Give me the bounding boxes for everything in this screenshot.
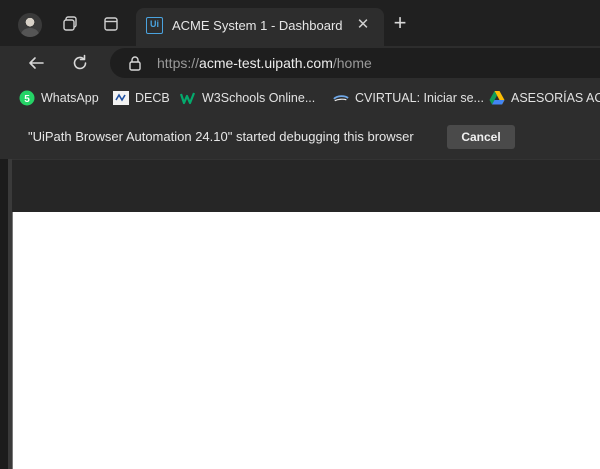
- google-drive-icon: [489, 90, 505, 106]
- new-tab-button[interactable]: +: [388, 12, 412, 36]
- profile-avatar[interactable]: [18, 13, 42, 37]
- bookmarks-bar: 5 WhatsApp DECB W3Schools Online... CVIR…: [0, 80, 600, 116]
- url-text[interactable]: https://acme-test.uipath.com/home: [157, 55, 372, 71]
- bookmark-label: WhatsApp: [41, 91, 99, 105]
- url-path: /home: [332, 55, 372, 71]
- app-header: [12, 159, 600, 212]
- uipath-favicon-icon: Ui: [146, 17, 163, 34]
- bookmark-asesorias[interactable]: ASESORÍAS ACAD: [489, 89, 600, 107]
- left-window-edge: [0, 159, 12, 469]
- workspaces-icon[interactable]: [60, 14, 80, 34]
- url-scheme: https://: [157, 55, 200, 71]
- w3schools-icon: [180, 90, 196, 106]
- debugging-infobar: "UiPath Browser Automation 24.10" starte…: [0, 116, 600, 159]
- back-button[interactable]: [24, 51, 48, 75]
- bookmark-w3schools[interactable]: W3Schools Online...: [180, 89, 315, 107]
- tab-actions-icon[interactable]: [101, 14, 121, 34]
- cancel-button[interactable]: Cancel: [447, 125, 515, 149]
- url-host: acme-test.uipath.com: [199, 55, 333, 71]
- bookmark-decb[interactable]: DECB: [113, 89, 170, 107]
- refresh-button[interactable]: [68, 51, 92, 75]
- tab-title: ACME System 1 - Dashboard: [172, 18, 343, 33]
- cvirtual-icon: [333, 90, 349, 106]
- navigation-bar: https://acme-test.uipath.com/home: [0, 46, 600, 80]
- bookmark-label: CVIRTUAL: Iniciar se...: [355, 91, 484, 105]
- refresh-icon: [73, 54, 87, 70]
- bookmark-cvirtual[interactable]: CVIRTUAL: Iniciar se...: [333, 89, 484, 107]
- lock-icon[interactable]: [128, 55, 142, 76]
- back-arrow-icon: [29, 57, 44, 69]
- svg-text:5: 5: [24, 94, 30, 105]
- bookmark-label: DECB: [135, 91, 170, 105]
- decb-icon: [113, 90, 129, 106]
- bookmark-whatsapp[interactable]: 5 WhatsApp: [19, 89, 99, 107]
- title-bar: Ui ACME System 1 - Dashboard ✕ +: [0, 0, 600, 46]
- debugging-message: "UiPath Browser Automation 24.10" starte…: [28, 129, 414, 144]
- bookmark-label: W3Schools Online...: [202, 91, 316, 105]
- close-tab-icon[interactable]: ✕: [354, 16, 372, 34]
- whatsapp-icon: 5: [19, 90, 35, 106]
- tab-acme-dashboard[interactable]: Ui ACME System 1 - Dashboard ✕: [136, 8, 384, 46]
- page-content: [12, 212, 600, 469]
- address-bar[interactable]: https://acme-test.uipath.com/home: [110, 48, 600, 78]
- bookmark-label: ASESORÍAS ACAD: [511, 91, 600, 105]
